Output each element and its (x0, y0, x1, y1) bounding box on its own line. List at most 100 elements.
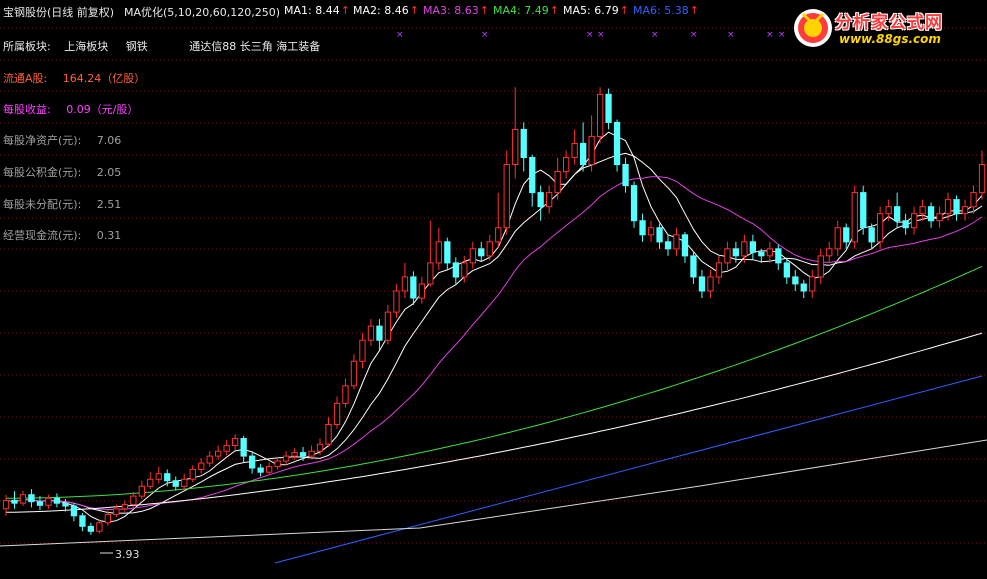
candle[interactable] (613, 119, 621, 172)
candle[interactable] (546, 185, 553, 214)
candle[interactable] (147, 472, 154, 490)
candle[interactable] (749, 234, 757, 260)
candle[interactable] (690, 251, 697, 284)
candle[interactable] (622, 157, 629, 193)
candle[interactable] (172, 476, 179, 491)
candle[interactable] (282, 451, 290, 466)
candle[interactable] (936, 206, 943, 228)
candle[interactable] (902, 213, 909, 235)
candle[interactable] (384, 305, 392, 345)
candle[interactable] (715, 255, 723, 284)
candle[interactable] (469, 241, 477, 269)
candle[interactable] (588, 115, 595, 172)
candle[interactable] (478, 241, 485, 262)
candle[interactable] (342, 378, 349, 408)
candle[interactable] (681, 231, 689, 263)
candle[interactable] (554, 157, 561, 200)
candle[interactable] (766, 241, 774, 263)
candle[interactable] (809, 269, 816, 299)
candle[interactable] (537, 185, 544, 221)
candle[interactable] (274, 456, 281, 470)
candle[interactable] (189, 465, 196, 483)
candle[interactable] (698, 269, 706, 299)
candle[interactable] (707, 269, 714, 299)
candle[interactable] (410, 271, 417, 306)
candle[interactable] (580, 122, 587, 172)
candle[interactable] (529, 154, 536, 207)
candle[interactable] (198, 458, 205, 474)
candle[interactable] (19, 490, 27, 506)
candle[interactable] (775, 244, 782, 270)
candle[interactable] (800, 279, 807, 299)
candle[interactable] (495, 192, 502, 248)
candle[interactable] (232, 434, 239, 450)
candle[interactable] (87, 522, 94, 535)
candle[interactable] (138, 480, 145, 499)
candle[interactable] (393, 283, 400, 318)
candle[interactable] (486, 234, 493, 261)
candle[interactable] (817, 248, 824, 284)
candle[interactable] (367, 319, 375, 346)
candle[interactable] (427, 220, 434, 287)
candle[interactable] (291, 448, 298, 460)
candle[interactable] (877, 206, 884, 249)
candle[interactable] (860, 185, 867, 235)
candle[interactable] (240, 435, 247, 463)
candle[interactable] (350, 354, 358, 390)
candle[interactable] (953, 195, 960, 221)
candle[interactable] (266, 462, 273, 476)
candle[interactable] (155, 466, 162, 484)
candle[interactable] (45, 494, 52, 509)
candle[interactable] (851, 185, 858, 249)
candle[interactable] (724, 241, 731, 270)
candle[interactable] (53, 493, 61, 508)
candle[interactable] (130, 491, 137, 509)
candle[interactable] (520, 122, 527, 172)
candle[interactable] (927, 202, 935, 228)
candle[interactable] (664, 234, 672, 256)
candle[interactable] (944, 192, 952, 221)
candle[interactable] (181, 473, 188, 490)
candle[interactable] (257, 463, 264, 477)
candle[interactable] (843, 223, 850, 249)
candle[interactable] (70, 503, 78, 522)
candle[interactable] (647, 220, 655, 242)
candle[interactable] (597, 87, 604, 144)
candle[interactable] (970, 185, 977, 214)
candle[interactable] (783, 258, 791, 284)
candle[interactable] (452, 257, 460, 284)
candle[interactable] (28, 489, 35, 508)
candle[interactable] (96, 519, 103, 534)
candle[interactable] (571, 129, 578, 165)
candle[interactable] (605, 88, 612, 130)
candle[interactable] (673, 227, 680, 256)
candle[interactable] (121, 500, 128, 512)
candlestick-chart[interactable] (0, 0, 987, 579)
candle[interactable] (512, 87, 519, 179)
candle[interactable] (79, 513, 86, 532)
candle[interactable] (911, 206, 918, 235)
candle[interactable] (333, 396, 341, 429)
candle[interactable] (792, 269, 799, 291)
candle[interactable] (978, 150, 986, 200)
candle[interactable] (206, 451, 213, 467)
candle[interactable] (215, 445, 222, 460)
candle[interactable] (961, 199, 969, 221)
candle[interactable] (868, 223, 875, 249)
candle[interactable] (401, 262, 409, 299)
candle[interactable] (325, 417, 332, 447)
candle[interactable] (826, 241, 833, 263)
candle[interactable] (418, 276, 426, 304)
candle[interactable] (11, 491, 18, 509)
candle[interactable] (223, 439, 230, 456)
candle[interactable] (249, 452, 256, 474)
candle[interactable] (741, 234, 748, 263)
candle[interactable] (630, 181, 638, 228)
candle[interactable] (503, 150, 510, 235)
candle[interactable] (834, 220, 841, 256)
candle[interactable] (444, 237, 451, 270)
candle[interactable] (359, 333, 366, 369)
candle[interactable] (435, 227, 443, 270)
candle[interactable] (656, 223, 663, 249)
candle[interactable] (376, 319, 383, 351)
